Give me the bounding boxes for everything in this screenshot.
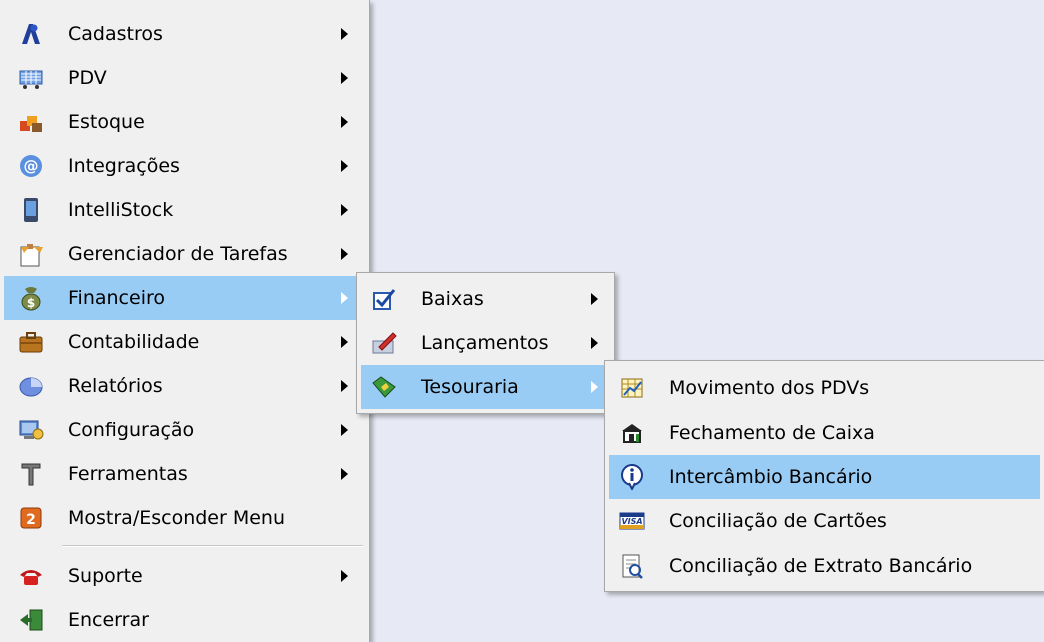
mostra-esconder-icon: 2 xyxy=(18,505,44,531)
menu-item-label: Intercâmbio Bancário xyxy=(669,466,873,488)
tesouraria-submenu: Movimento dos PDVs Fechamento de Caixa I… xyxy=(604,360,1044,592)
menu-item-label: Lançamentos xyxy=(421,332,549,354)
info-icon xyxy=(619,464,645,490)
financeiro-submenu: Baixas Lançamentos Tesouraria xyxy=(356,272,615,414)
menu-item-intellistock[interactable]: IntelliStock xyxy=(4,188,365,232)
contabilidade-icon xyxy=(18,329,44,355)
menu-item-financeiro[interactable]: $ Financeiro xyxy=(4,276,365,320)
menu-item-conciliacao-cartoes[interactable]: VISA Conciliação de Cartões xyxy=(609,499,1040,543)
integracoes-icon: @ xyxy=(18,153,44,179)
menu-item-label: Configuração xyxy=(68,419,195,441)
menu-item-label: Mostra/Esconder Menu xyxy=(68,507,286,529)
menu-item-pdv[interactable]: PDV xyxy=(4,56,365,100)
submenu-arrow-icon xyxy=(341,424,348,436)
submenu-arrow-icon xyxy=(591,381,598,393)
menu-item-label: Conciliação de Extrato Bancário xyxy=(669,555,973,577)
menu-item-lancamentos[interactable]: Lançamentos xyxy=(361,321,610,365)
pdv-icon xyxy=(18,65,44,91)
menu-item-label: Baixas xyxy=(421,288,484,310)
menu-item-label: Conciliação de Cartões xyxy=(669,510,887,532)
submenu-arrow-icon xyxy=(341,570,348,582)
estoque-icon xyxy=(18,109,44,135)
lancamentos-icon xyxy=(371,330,397,356)
movimento-pdvs-icon xyxy=(619,375,645,401)
submenu-arrow-icon xyxy=(341,72,348,84)
menu-item-estoque[interactable]: Estoque xyxy=(4,100,365,144)
svg-text:2: 2 xyxy=(26,512,36,528)
submenu-arrow-icon xyxy=(591,337,598,349)
submenu-arrow-icon xyxy=(341,336,348,348)
submenu-arrow-icon xyxy=(341,160,348,172)
menu-item-label: Ferramentas xyxy=(68,463,188,485)
menu-item-label: Relatórios xyxy=(68,375,163,397)
encerrar-icon xyxy=(18,607,44,633)
menu-item-baixas[interactable]: Baixas xyxy=(361,277,610,321)
submenu-arrow-icon xyxy=(341,28,348,40)
menu-item-label: Estoque xyxy=(68,111,145,133)
submenu-arrow-icon xyxy=(341,292,348,304)
menu-item-label: Tesouraria xyxy=(421,376,519,398)
menu-item-mostra-esconder[interactable]: 2 Mostra/Esconder Menu xyxy=(4,496,365,540)
menu-item-contabilidade[interactable]: Contabilidade xyxy=(4,320,365,364)
fechamento-caixa-icon xyxy=(619,420,645,446)
menu-item-integracoes[interactable]: @ Integrações xyxy=(4,144,365,188)
menu-item-label: Suporte xyxy=(68,565,143,587)
menu-item-label: Financeiro xyxy=(68,287,165,309)
cadastros-icon xyxy=(18,21,44,47)
menu-item-label: Movimento dos PDVs xyxy=(669,377,870,399)
menu-item-relatorios[interactable]: Relatórios xyxy=(4,364,365,408)
svg-text:$: $ xyxy=(27,296,35,310)
ferramentas-icon xyxy=(18,461,44,487)
menu-separator xyxy=(62,545,363,547)
submenu-arrow-icon xyxy=(341,380,348,392)
menu-item-label: PDV xyxy=(68,67,107,89)
menu-item-label: IntelliStock xyxy=(68,199,174,221)
financeiro-icon: $ xyxy=(18,285,44,311)
main-menu: Cadastros PDV Estoque @ Integrações Inte… xyxy=(0,0,370,642)
svg-text:VISA: VISA xyxy=(621,517,642,526)
submenu-arrow-icon xyxy=(591,293,598,305)
menu-item-label: Fechamento de Caixa xyxy=(669,422,875,444)
baixas-icon xyxy=(371,286,397,312)
menu-item-label: Integrações xyxy=(68,155,180,177)
menu-item-suporte[interactable]: Suporte xyxy=(4,554,365,598)
menu-item-cadastros[interactable]: Cadastros xyxy=(4,12,365,56)
menu-item-encerrar[interactable]: Encerrar xyxy=(4,598,365,642)
menu-item-fechamento-caixa[interactable]: Fechamento de Caixa xyxy=(609,411,1040,455)
svg-text:@: @ xyxy=(24,157,39,175)
menu-item-tesouraria[interactable]: Tesouraria xyxy=(361,365,610,409)
submenu-arrow-icon xyxy=(341,116,348,128)
menu-item-ferramentas[interactable]: Ferramentas xyxy=(4,452,365,496)
menu-item-movimento-pdvs[interactable]: Movimento dos PDVs xyxy=(609,366,1040,410)
menu-item-label: Gerenciador de Tarefas xyxy=(68,243,288,265)
submenu-arrow-icon xyxy=(341,468,348,480)
suporte-icon xyxy=(18,563,44,589)
menu-item-intercambio-bancario[interactable]: Intercâmbio Bancário xyxy=(609,455,1040,499)
configuracao-icon xyxy=(18,417,44,443)
menu-item-conciliacao-extrato[interactable]: Conciliação de Extrato Bancário xyxy=(609,544,1040,588)
visa-card-icon: VISA xyxy=(619,508,645,534)
tesouraria-icon xyxy=(371,374,397,400)
tarefas-icon xyxy=(18,241,44,267)
intellistock-icon xyxy=(18,197,44,223)
menu-item-label: Contabilidade xyxy=(68,331,200,353)
menu-item-configuracao[interactable]: Configuração xyxy=(4,408,365,452)
relatorios-icon xyxy=(18,373,44,399)
menu-item-gerenciador-tarefas[interactable]: Gerenciador de Tarefas xyxy=(4,232,365,276)
menu-item-label: Cadastros xyxy=(68,23,163,45)
submenu-arrow-icon xyxy=(341,248,348,260)
submenu-arrow-icon xyxy=(341,204,348,216)
menu-item-label: Encerrar xyxy=(68,609,149,631)
extrato-icon xyxy=(619,553,645,579)
